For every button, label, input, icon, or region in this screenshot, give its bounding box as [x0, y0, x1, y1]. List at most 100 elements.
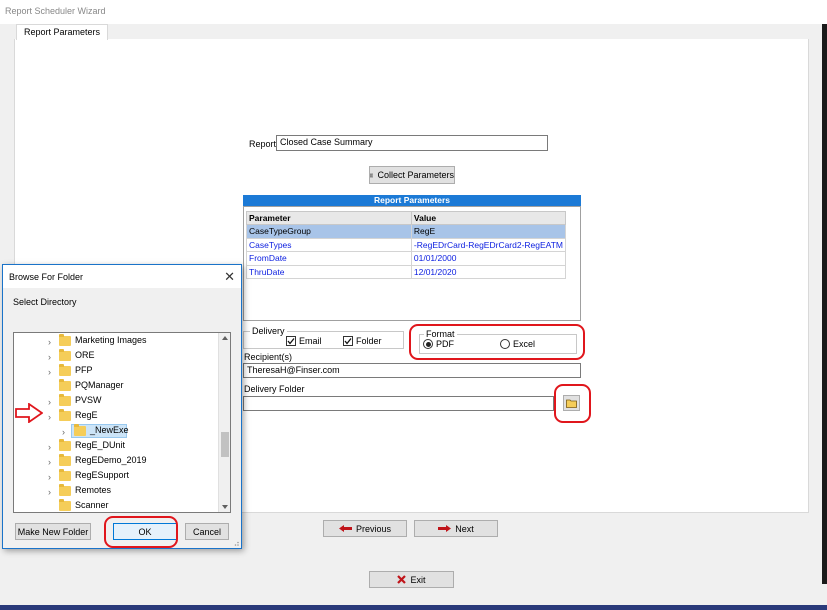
folder-check-box[interactable] — [343, 336, 353, 346]
chevron-right-icon[interactable]: › — [48, 337, 51, 347]
tab-report-parameters[interactable]: Report Parameters — [16, 24, 109, 40]
title-bar — [0, 0, 827, 24]
collect-parameters-label: Collect Parameters — [377, 170, 454, 180]
scroll-down-icon[interactable] — [222, 505, 228, 509]
close-icon[interactable]: ✕ — [224, 269, 235, 285]
folder-icon — [59, 409, 71, 421]
cancel-button[interactable]: Cancel — [185, 523, 229, 540]
collect-parameters-button[interactable]: Collect Parameters — [369, 166, 455, 184]
tree-item-regedemo-2019[interactable]: › RegEDemo_2019 — [14, 454, 219, 469]
tree-item-label: Marketing Images — [75, 335, 147, 345]
scroll-up-icon[interactable] — [222, 336, 228, 340]
email-check-box[interactable] — [286, 336, 296, 346]
folder-icon — [59, 394, 71, 406]
folder-icon — [59, 484, 71, 496]
tree-item-pvsw[interactable]: › PVSW — [14, 394, 219, 409]
tree-item-marketing-images[interactable]: › Marketing Images — [14, 334, 219, 349]
param-value: -RegEDrCard-RegEDrCard2-RegEATM — [410, 237, 567, 252]
delivery-folder-field[interactable] — [243, 396, 554, 411]
tree-item-pfp[interactable]: › PFP — [14, 364, 219, 379]
previous-button[interactable]: Previous — [323, 520, 407, 537]
tree-item-newexe[interactable]: › _NewExe — [14, 424, 219, 439]
chevron-right-icon[interactable]: › — [48, 397, 51, 407]
tree-item-label: RegEDemo_2019 — [75, 455, 147, 465]
tree-item-label: RegE_DUnit — [75, 440, 126, 450]
tree-item-label: _NewExe — [90, 425, 129, 435]
folder-icon — [59, 454, 71, 466]
checkmark-icon — [287, 338, 295, 345]
dialog-title: Browse For Folder — [9, 272, 84, 282]
scroll-thumb[interactable] — [221, 432, 229, 457]
chevron-right-icon[interactable]: › — [48, 487, 51, 497]
table-row[interactable]: CaseTypes -RegEDrCard-RegEDrCard2-RegEAT… — [246, 237, 567, 252]
folder-icon — [59, 499, 71, 511]
folder-tree[interactable]: › Marketing Images › ORE › PFP PQManager… — [13, 332, 231, 513]
tree-item-rege-dunit[interactable]: › RegE_DUnit — [14, 439, 219, 454]
chevron-right-icon[interactable]: › — [48, 472, 51, 482]
folder-icon — [59, 469, 71, 481]
make-new-folder-button[interactable]: Make New Folder — [15, 523, 91, 540]
tree-item-label: RegESupport — [75, 470, 130, 480]
tree-item-label: PQManager — [75, 380, 124, 390]
parameter-table: Parameter Value CaseTypeGroup RegE CaseT… — [246, 211, 567, 279]
recipients-label: Recipient(s) — [244, 352, 293, 362]
make-new-folder-label: Make New Folder — [17, 526, 89, 537]
chevron-right-icon[interactable]: › — [48, 367, 51, 377]
gear-list-icon — [370, 173, 374, 177]
format-annotation-ring — [409, 324, 585, 360]
folder-checkbox[interactable]: Folder — [343, 336, 382, 346]
tree-item-label: Remotes — [75, 485, 112, 495]
delivery-folder-label: Delivery Folder — [244, 384, 305, 394]
parameter-grid[interactable]: Parameter Value CaseTypeGroup RegE CaseT… — [243, 206, 581, 321]
param-name: CaseTypeGroup — [246, 224, 412, 239]
dialog-title-bar: Browse For Folder ✕ — [3, 265, 241, 288]
tree-item-ore[interactable]: › ORE — [14, 349, 219, 364]
param-value: RegE — [410, 224, 567, 239]
next-button[interactable]: Next — [414, 520, 498, 537]
folder-icon — [59, 349, 71, 361]
table-row[interactable]: FromDate 01/01/2000 — [246, 251, 567, 266]
table-row[interactable]: ThruDate 12/01/2020 — [246, 264, 567, 279]
chevron-right-icon[interactable]: › — [62, 427, 65, 437]
param-value: 12/01/2020 — [410, 264, 567, 279]
exit-button[interactable]: Exit — [369, 571, 454, 588]
tree-item-scanner[interactable]: Scanner — [14, 499, 219, 512]
folder-icon — [59, 379, 71, 391]
recipients-field[interactable]: TheresaH@Finser.com — [243, 363, 581, 378]
tree-item-rege[interactable]: › RegE — [14, 409, 219, 424]
table-row[interactable]: CaseTypeGroup RegE — [246, 224, 567, 239]
window-title: Report Scheduler Wizard — [5, 6, 106, 16]
next-label: Next — [455, 523, 474, 534]
annotation-arrow-icon — [15, 403, 43, 423]
folder-icon — [74, 424, 86, 436]
close-x-icon — [397, 575, 407, 584]
tree-item-label: RegE — [75, 410, 98, 420]
tree-item-regesupport[interactable]: › RegESupport — [14, 469, 219, 484]
exit-label: Exit — [410, 574, 426, 585]
ok-annotation-ring — [104, 516, 178, 548]
tree-item-label: PVSW — [75, 395, 102, 405]
chevron-right-icon[interactable]: › — [48, 457, 51, 467]
tree-item-remotes[interactable]: › Remotes — [14, 484, 219, 499]
chevron-right-icon[interactable]: › — [48, 442, 51, 452]
arrow-left-icon — [338, 525, 352, 532]
email-checkbox[interactable]: Email — [286, 336, 322, 346]
column-header-value[interactable]: Value — [410, 211, 567, 225]
chevron-right-icon[interactable]: › — [48, 412, 51, 422]
cancel-label: Cancel — [192, 526, 221, 537]
resize-grip-icon[interactable] — [232, 539, 239, 546]
checkmark-icon — [344, 338, 352, 345]
tree-item-pqmanager[interactable]: PQManager — [14, 379, 219, 394]
chevron-right-icon[interactable]: › — [48, 352, 51, 362]
report-label: Report — [249, 139, 277, 149]
param-name: FromDate — [246, 251, 412, 266]
background-strip — [822, 24, 827, 584]
dialog-prompt: Select Directory — [13, 297, 77, 307]
folder-icon — [59, 334, 71, 346]
tree-item-label: ORE — [75, 350, 95, 360]
column-header-parameter[interactable]: Parameter — [246, 211, 412, 225]
folder-label: Folder — [356, 336, 382, 346]
report-field[interactable]: Closed Case Summary — [276, 135, 548, 151]
email-label: Email — [299, 336, 322, 346]
tree-scrollbar[interactable] — [218, 333, 230, 512]
